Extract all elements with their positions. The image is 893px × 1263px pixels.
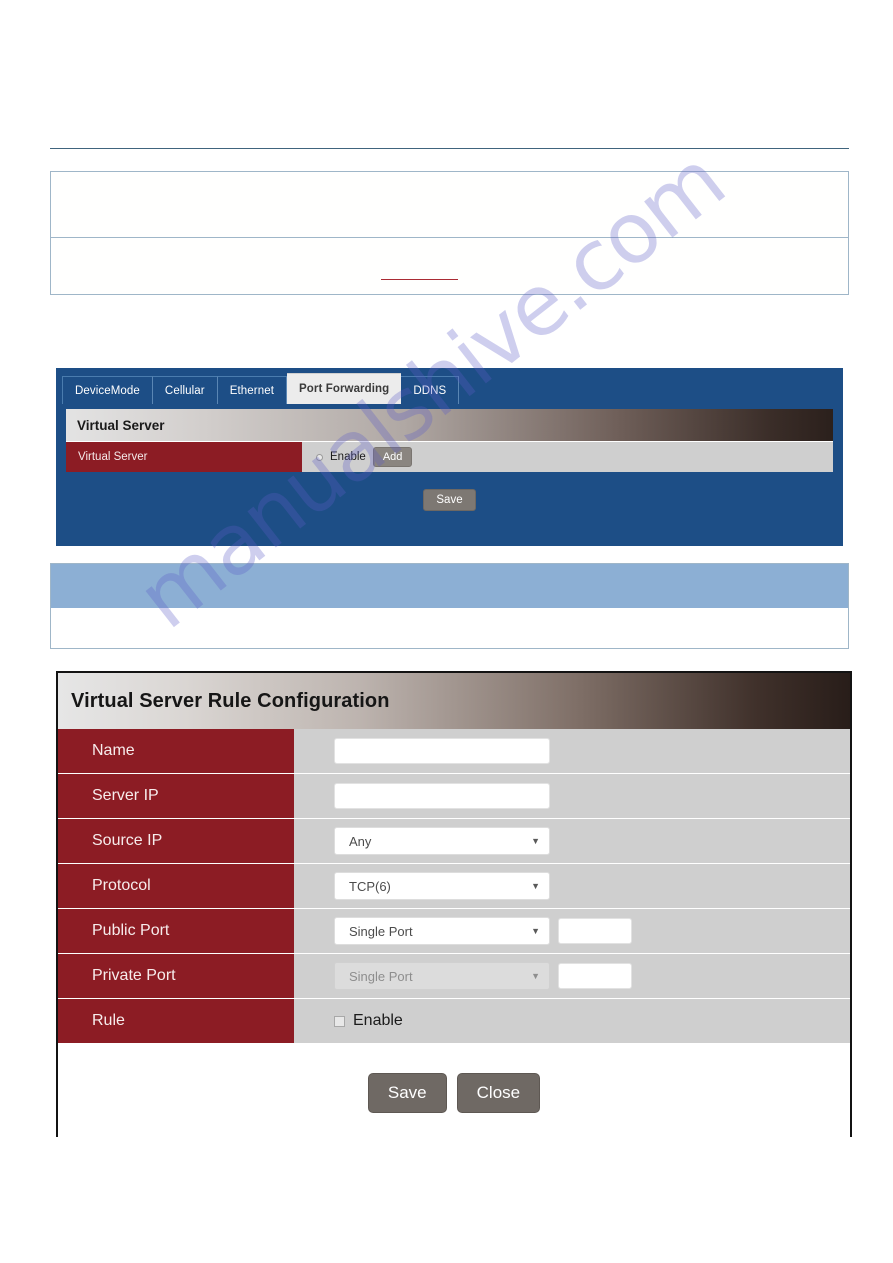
tab-bar: DeviceMode Cellular Ethernet Port Forwar… — [56, 368, 843, 404]
tab-ethernet-label: Ethernet — [229, 384, 274, 397]
tab-ethernet[interactable]: Ethernet — [217, 376, 287, 404]
row-source-ip-controls: Any ▼ — [294, 819, 850, 863]
enable-radio-label: Enable — [330, 451, 366, 463]
virtual-server-row: Virtual Server Enable Add — [66, 441, 833, 472]
virtual-server-section-title-text: Virtual Server — [77, 417, 165, 433]
row-protocol: Protocol TCP(6) ▼ — [58, 864, 850, 909]
tab-devicemode-label: DeviceMode — [75, 384, 140, 397]
row-rule-label: Rule — [58, 999, 294, 1043]
row-source-ip: Source IP Any ▼ — [58, 819, 850, 864]
add-button[interactable]: Add — [372, 447, 413, 467]
row-public-port-label: Public Port — [58, 909, 294, 953]
row-server-ip-controls — [294, 774, 850, 818]
private-port-input[interactable] — [558, 963, 632, 989]
row-public-port: Public Port Single Port ▼ — [58, 909, 850, 954]
tab-port-forwarding-label: Port Forwarding — [299, 383, 390, 395]
rule-configuration-table: Name Server IP Source IP Any ▼ Protocol … — [58, 729, 850, 1044]
private-port-mode-value: Single Port — [349, 968, 413, 984]
row-public-port-label-text: Public Port — [92, 922, 170, 939]
rule-enable-checkbox[interactable] — [334, 1015, 345, 1027]
row-source-ip-label: Source IP — [58, 819, 294, 863]
row-source-ip-label-text: Source IP — [92, 832, 163, 849]
name-input[interactable] — [334, 738, 550, 764]
virtual-server-section-title: Virtual Server — [66, 409, 833, 441]
header-divider — [50, 148, 849, 149]
row-rule: Rule Enable — [58, 999, 850, 1044]
row-name-controls — [294, 729, 850, 773]
row-protocol-controls: TCP(6) ▼ — [294, 864, 850, 908]
rule-configuration-title: Virtual Server Rule Configuration — [58, 673, 850, 729]
blue-band-box — [50, 563, 849, 649]
source-ip-select-value: Any — [349, 833, 372, 849]
public-port-mode-value: Single Port — [349, 923, 413, 939]
row-private-port: Private Port Single Port ▼ — [58, 954, 850, 999]
tab-cellular-label: Cellular — [164, 384, 205, 397]
server-ip-input[interactable] — [334, 783, 550, 809]
virtual-server-footer: Save — [56, 473, 843, 526]
row-server-ip-label: Server IP — [58, 774, 294, 818]
row-protocol-label: Protocol — [58, 864, 294, 908]
row-private-port-controls: Single Port ▼ — [294, 954, 850, 998]
blue-band — [51, 564, 848, 608]
row-protocol-label-text: Protocol — [92, 877, 151, 894]
note-box-lower — [50, 237, 849, 295]
private-port-mode-select[interactable]: Single Port ▼ — [334, 962, 550, 990]
virtual-server-row-controls: Enable Add — [302, 442, 833, 472]
row-server-ip-label-text: Server IP — [92, 787, 159, 804]
virtual-server-row-label: Virtual Server — [66, 442, 302, 472]
row-public-port-controls: Single Port ▼ — [294, 909, 850, 953]
row-name: Name — [58, 729, 850, 774]
protocol-select[interactable]: TCP(6) ▼ — [334, 872, 550, 900]
row-name-label-text: Name — [92, 742, 135, 759]
rule-configuration-panel: Virtual Server Rule Configuration Name S… — [56, 671, 852, 1142]
rule-configuration-title-text: Virtual Server Rule Configuration — [71, 689, 390, 712]
source-ip-select[interactable]: Any ▼ — [334, 827, 550, 855]
chevron-down-icon: ▼ — [531, 835, 540, 846]
row-private-port-label-text: Private Port — [92, 967, 176, 984]
tab-devicemode[interactable]: DeviceMode — [62, 376, 153, 404]
row-name-label: Name — [58, 729, 294, 773]
chevron-down-icon: ▼ — [531, 970, 540, 981]
save-button-panel-one[interactable]: Save — [423, 488, 476, 511]
document-page: manualshive.com DeviceMode Cellular Ethe… — [0, 0, 893, 1263]
virtual-server-panel: DeviceMode Cellular Ethernet Port Forwar… — [56, 368, 843, 546]
tab-ddns-label: DDNS — [413, 384, 447, 397]
row-private-port-label: Private Port — [58, 954, 294, 998]
tab-port-forwarding[interactable]: Port Forwarding — [287, 373, 402, 404]
enable-radio[interactable] — [316, 453, 323, 461]
note-box-upper — [50, 171, 849, 237]
public-port-mode-select[interactable]: Single Port ▼ — [334, 917, 550, 945]
rule-configuration-footer: Save Close — [58, 1044, 850, 1142]
row-rule-label-text: Rule — [92, 1012, 125, 1029]
public-port-input[interactable] — [558, 918, 632, 944]
protocol-select-value: TCP(6) — [349, 878, 391, 894]
virtual-server-body: Virtual Server Virtual Server Enable Add — [66, 409, 833, 472]
red-underline-mark — [381, 279, 458, 280]
virtual-server-row-label-text: Virtual Server — [78, 451, 148, 463]
rule-enable-label: Enable — [353, 1012, 403, 1029]
row-rule-controls: Enable — [294, 999, 850, 1043]
tab-cellular[interactable]: Cellular — [152, 376, 218, 404]
save-button[interactable]: Save — [367, 1073, 447, 1113]
chevron-down-icon: ▼ — [531, 925, 540, 936]
row-server-ip: Server IP — [58, 774, 850, 819]
tab-ddns[interactable]: DDNS — [401, 376, 460, 404]
chevron-down-icon: ▼ — [531, 880, 540, 891]
close-button[interactable]: Close — [456, 1073, 541, 1113]
